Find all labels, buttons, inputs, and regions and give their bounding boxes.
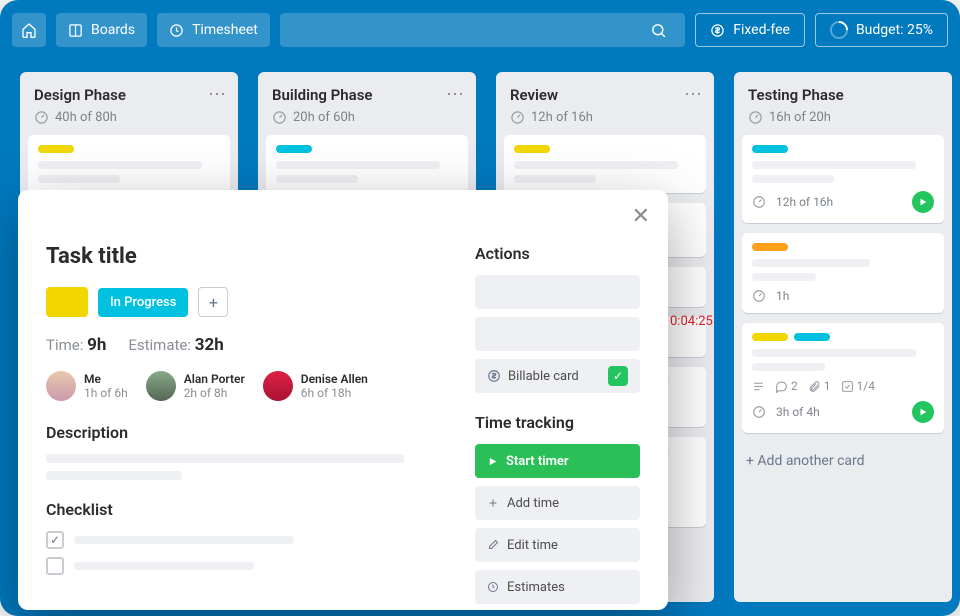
dollar-icon bbox=[487, 369, 501, 383]
column-menu-button[interactable]: ⋯ bbox=[684, 84, 704, 105]
budget-donut-icon bbox=[826, 17, 851, 42]
column-testing-phase: Testing Phase 16h of 20h 12h of 16h bbox=[734, 72, 952, 602]
card[interactable] bbox=[504, 135, 706, 193]
column-time: 16h of 20h bbox=[769, 110, 831, 125]
close-button[interactable]: ✕ bbox=[632, 204, 650, 229]
status-pill[interactable]: In Progress bbox=[98, 288, 188, 317]
column-time: 12h of 16h bbox=[531, 110, 593, 125]
estimates-button[interactable]: Estimates bbox=[475, 570, 640, 604]
timetracking-heading: Time tracking bbox=[475, 413, 640, 432]
dollar-icon bbox=[710, 23, 725, 38]
time-label: Time: bbox=[46, 336, 83, 354]
gauge-icon bbox=[752, 289, 766, 303]
edit-time-button[interactable]: Edit time bbox=[475, 528, 640, 562]
play-button[interactable] bbox=[912, 191, 934, 213]
card-time: 1h bbox=[776, 289, 789, 303]
budget-button[interactable]: Budget: 25% bbox=[815, 13, 948, 47]
boards-button[interactable]: Boards bbox=[56, 13, 147, 47]
gauge-icon bbox=[748, 110, 763, 125]
play-button[interactable] bbox=[912, 401, 934, 423]
card[interactable] bbox=[266, 135, 468, 193]
column-title: Building Phase bbox=[272, 86, 462, 104]
gauge-icon bbox=[752, 195, 766, 209]
card[interactable] bbox=[28, 135, 230, 193]
actions-heading: Actions bbox=[475, 244, 640, 263]
checklist-item[interactable] bbox=[46, 557, 435, 575]
avatar bbox=[263, 371, 293, 401]
label-orange bbox=[752, 243, 788, 251]
clock-icon bbox=[487, 581, 499, 593]
checklist-badge: 1/4 bbox=[841, 379, 875, 393]
boards-label: Boards bbox=[91, 22, 135, 38]
boards-icon bbox=[68, 23, 83, 38]
check-icon: ✓ bbox=[608, 366, 628, 386]
start-timer-button[interactable]: Start timer bbox=[475, 444, 640, 478]
time-value: 9h bbox=[87, 335, 106, 355]
card[interactable]: 12h of 16h bbox=[742, 135, 944, 223]
column-menu-button[interactable]: ⋯ bbox=[446, 84, 466, 105]
gauge-icon bbox=[510, 110, 525, 125]
description-heading: Description bbox=[46, 423, 435, 442]
running-time: 0:04:25 bbox=[670, 314, 713, 329]
label-cyan bbox=[794, 333, 830, 341]
checkbox-unchecked[interactable] bbox=[46, 557, 64, 575]
gauge-icon bbox=[34, 110, 49, 125]
gauge-icon bbox=[272, 110, 287, 125]
task-modal: ✕ Task title In Progress + Time: 9h Esti… bbox=[18, 190, 668, 610]
estimate-label: Estimate: bbox=[128, 336, 191, 354]
home-icon bbox=[21, 22, 37, 38]
comments-badge: 2 bbox=[775, 379, 798, 393]
card-time: 3h of 4h bbox=[776, 405, 820, 419]
action-button[interactable] bbox=[475, 317, 640, 351]
label-yellow bbox=[752, 333, 788, 341]
plus-icon bbox=[487, 497, 499, 509]
description-badge bbox=[752, 380, 765, 393]
checklist-item[interactable]: ✓ bbox=[46, 531, 435, 549]
avatar bbox=[146, 371, 176, 401]
search-input[interactable] bbox=[280, 13, 685, 47]
column-menu-button[interactable]: ⋯ bbox=[208, 84, 228, 105]
column-time: 40h of 80h bbox=[55, 110, 117, 125]
label-yellow bbox=[514, 145, 550, 153]
search-icon bbox=[650, 22, 667, 39]
task-label-yellow[interactable] bbox=[46, 287, 88, 317]
fixed-fee-label: Fixed-fee bbox=[733, 22, 790, 38]
clock-icon bbox=[169, 23, 184, 38]
card-time: 12h of 16h bbox=[776, 195, 833, 209]
member: Me1h of 6h bbox=[46, 371, 128, 401]
column-title: Design Phase bbox=[34, 86, 224, 104]
billable-toggle[interactable]: Billable card ✓ bbox=[475, 359, 640, 393]
attachments-badge: 1 bbox=[808, 379, 831, 393]
column-time: 20h of 60h bbox=[293, 110, 355, 125]
timesheet-label: Timesheet bbox=[192, 22, 258, 38]
add-card-button[interactable]: + Add another card bbox=[734, 443, 952, 479]
timesheet-button[interactable]: Timesheet bbox=[157, 13, 270, 47]
member: Alan Porter2h of 8h bbox=[146, 371, 245, 401]
checklist-heading: Checklist bbox=[46, 500, 435, 519]
play-icon bbox=[487, 456, 498, 467]
pencil-icon bbox=[487, 539, 499, 551]
checkbox-checked[interactable]: ✓ bbox=[46, 531, 64, 549]
add-label-button[interactable]: + bbox=[198, 287, 228, 317]
gauge-icon bbox=[752, 405, 766, 419]
estimate-value: 32h bbox=[195, 335, 224, 355]
home-button[interactable] bbox=[12, 13, 46, 47]
card[interactable]: 1h bbox=[742, 233, 944, 313]
column-title: Review bbox=[510, 86, 700, 104]
task-title: Task title bbox=[46, 244, 435, 269]
avatar bbox=[46, 371, 76, 401]
billable-label: Billable card bbox=[508, 369, 579, 384]
budget-label: Budget: 25% bbox=[856, 22, 933, 38]
column-title: Testing Phase bbox=[748, 86, 938, 104]
member: Denise Allen6h of 18h bbox=[263, 371, 368, 401]
action-button[interactable] bbox=[475, 275, 640, 309]
label-yellow bbox=[38, 145, 74, 153]
card[interactable]: 2 1 1/4 3h of 4h bbox=[742, 323, 944, 433]
label-cyan bbox=[752, 145, 788, 153]
fixed-fee-button[interactable]: Fixed-fee bbox=[695, 13, 805, 47]
label-cyan bbox=[276, 145, 312, 153]
add-time-button[interactable]: Add time bbox=[475, 486, 640, 520]
